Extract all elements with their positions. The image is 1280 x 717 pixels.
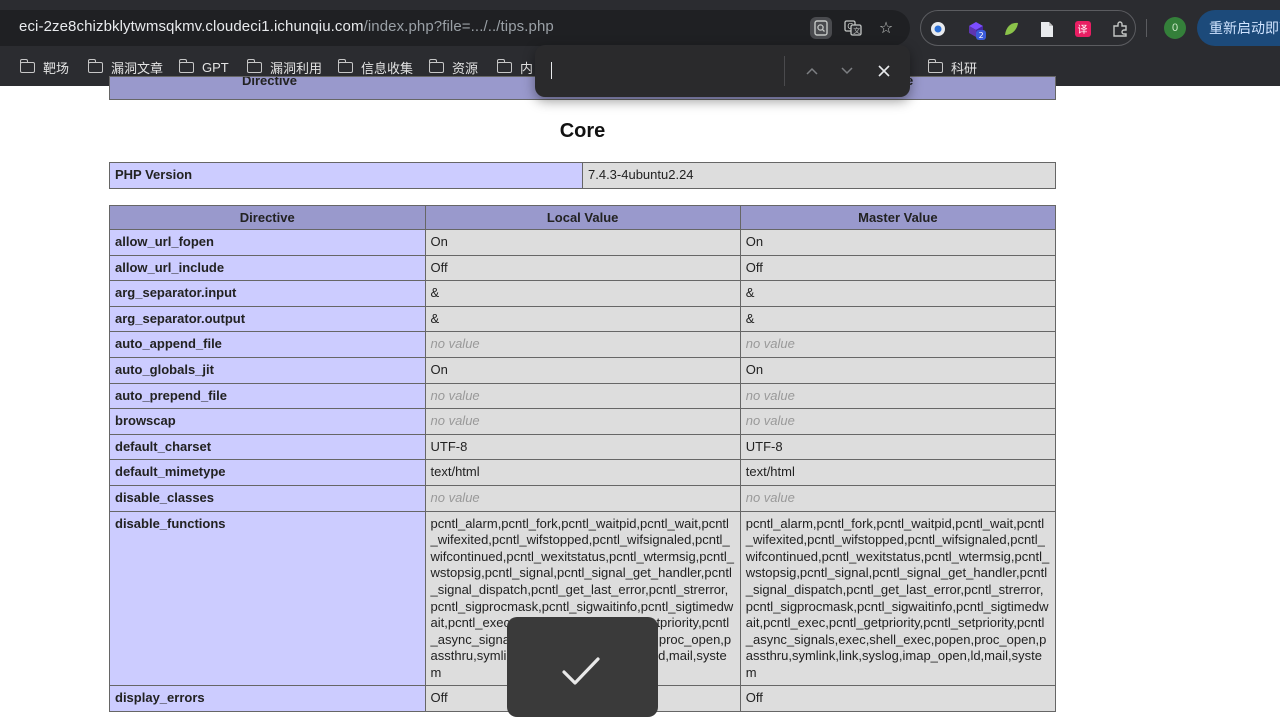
directive-name: auto_prepend_file bbox=[109, 382, 426, 410]
find-separator bbox=[784, 56, 785, 86]
php-version-label: PHP Version bbox=[109, 162, 583, 189]
svg-text:译: 译 bbox=[1078, 24, 1088, 36]
extension-leaf-icon[interactable] bbox=[1000, 18, 1022, 40]
find-previous-icon[interactable] bbox=[800, 59, 824, 83]
toolbar-separator bbox=[1146, 19, 1147, 37]
extension-translate-icon[interactable]: 译 bbox=[1072, 18, 1094, 40]
directive-name: arg_separator.output bbox=[109, 305, 426, 333]
translate-icon[interactable]: G文 bbox=[842, 17, 864, 39]
table-row: disable_classes no value no value bbox=[109, 484, 1057, 512]
extensions-group: 2 译 bbox=[920, 10, 1136, 46]
local-value: & bbox=[424, 280, 741, 307]
extension-ring-icon[interactable] bbox=[927, 18, 949, 40]
local-value: Off bbox=[424, 254, 741, 282]
restart-button[interactable]: 重新启动即可 bbox=[1197, 10, 1280, 46]
directive-name: disable_functions bbox=[109, 510, 426, 687]
profile-avatar[interactable]: 0 bbox=[1164, 17, 1186, 39]
directive-name: auto_append_file bbox=[109, 331, 426, 358]
master-value: & bbox=[739, 305, 1057, 333]
url-path: /index.php?file=.../../tips.php bbox=[363, 18, 554, 35]
svg-text:文: 文 bbox=[853, 26, 860, 35]
table-row: allow_url_fopen On On bbox=[109, 229, 1057, 256]
table-row: allow_url_include Off Off bbox=[109, 254, 1057, 282]
local-value: text/html bbox=[424, 459, 741, 486]
local-value: On bbox=[424, 229, 741, 256]
folder-icon bbox=[19, 58, 35, 73]
folder-icon bbox=[87, 58, 103, 73]
folder-icon bbox=[428, 58, 444, 73]
table-row: default_mimetype text/html text/html bbox=[109, 459, 1057, 486]
directive-name: display_errors bbox=[109, 685, 426, 713]
text-caret bbox=[551, 62, 552, 79]
bookmark-star-icon[interactable]: ☆ bbox=[875, 17, 897, 39]
extensions-puzzle-icon[interactable] bbox=[1109, 18, 1131, 40]
directive-name: default_mimetype bbox=[109, 459, 426, 486]
extension-cube-icon[interactable]: 2 bbox=[965, 18, 987, 40]
folder-icon bbox=[178, 58, 194, 73]
master-value: On bbox=[739, 356, 1057, 384]
table-row: default_charset UTF-8 UTF-8 bbox=[109, 433, 1057, 461]
find-in-page-icon[interactable] bbox=[810, 17, 832, 39]
directive-name: allow_url_fopen bbox=[109, 229, 426, 256]
directive-name: auto_globals_jit bbox=[109, 356, 426, 384]
page-content: Directive ue Core PHP Version 7.4.3-4ubu… bbox=[0, 76, 1280, 713]
table-row: PHP Version 7.4.3-4ubuntu2.24 bbox=[109, 162, 1056, 189]
master-value: no value bbox=[739, 331, 1057, 358]
local-value: On bbox=[424, 356, 741, 384]
master-value: & bbox=[739, 280, 1057, 307]
address-row: eci-2ze8chizbklytwmsqkmv.cloudeci1.ichun… bbox=[0, 10, 1280, 46]
checkmark-icon bbox=[562, 657, 600, 685]
column-header-local: Local Value bbox=[424, 205, 741, 230]
local-value: no value bbox=[424, 331, 741, 358]
master-value: no value bbox=[739, 484, 1057, 512]
table-row: browscap no value no value bbox=[109, 408, 1057, 435]
directive-name: browscap bbox=[109, 408, 426, 435]
local-value: no value bbox=[424, 484, 741, 512]
find-close-icon[interactable] bbox=[872, 59, 896, 83]
url-text[interactable]: eci-2ze8chizbklytwmsqkmv.cloudeci1.ichun… bbox=[19, 18, 554, 35]
local-value: no value bbox=[424, 408, 741, 435]
master-value: UTF-8 bbox=[739, 433, 1057, 461]
table-header-row: Directive Local Value Master Value bbox=[109, 205, 1057, 230]
local-value: no value bbox=[424, 382, 741, 410]
directive-name: arg_separator.input bbox=[109, 280, 426, 307]
folder-icon bbox=[337, 58, 353, 73]
url-host: eci-2ze8chizbklytwmsqkmv.cloudeci1.ichun… bbox=[19, 18, 364, 35]
table-row: auto_prepend_file no value no value bbox=[109, 382, 1057, 410]
svg-text:2: 2 bbox=[979, 31, 984, 40]
directive-name: allow_url_include bbox=[109, 254, 426, 282]
section-title: Core bbox=[559, 120, 606, 142]
master-value: pcntl_alarm,pcntl_fork,pcntl_waitpid,pcn… bbox=[739, 510, 1057, 687]
php-version-value: 7.4.3-4ubuntu2.24 bbox=[582, 162, 1056, 189]
extension-document-icon[interactable] bbox=[1036, 18, 1058, 40]
php-version-table: PHP Version 7.4.3-4ubuntu2.24 bbox=[109, 162, 1056, 189]
address-bar[interactable]: eci-2ze8chizbklytwmsqkmv.cloudeci1.ichun… bbox=[0, 10, 910, 46]
table-row: auto_globals_jit On On bbox=[109, 356, 1057, 384]
directive-name: default_charset bbox=[109, 433, 426, 461]
local-value: UTF-8 bbox=[424, 433, 741, 461]
master-value: Off bbox=[739, 685, 1057, 713]
master-value: text/html bbox=[739, 459, 1057, 486]
master-value: On bbox=[739, 229, 1057, 256]
master-value: Off bbox=[739, 254, 1057, 282]
master-value: no value bbox=[739, 382, 1057, 410]
directive-name: disable_classes bbox=[109, 484, 426, 512]
table-row: auto_append_file no value no value bbox=[109, 331, 1057, 358]
find-next-icon[interactable] bbox=[835, 59, 859, 83]
table-row: arg_separator.input & & bbox=[109, 280, 1057, 307]
find-bar bbox=[535, 45, 910, 97]
success-toast bbox=[507, 617, 658, 717]
column-header-directive: Directive bbox=[109, 205, 426, 230]
table-row: arg_separator.output & & bbox=[109, 305, 1057, 333]
folder-icon bbox=[496, 58, 512, 73]
bookmark-folder[interactable]: 靶场 bbox=[19, 54, 69, 80]
folder-icon bbox=[927, 58, 943, 73]
column-header-master: Master Value bbox=[739, 205, 1057, 230]
master-value: no value bbox=[739, 408, 1057, 435]
local-value: & bbox=[424, 305, 741, 333]
find-input[interactable] bbox=[549, 58, 783, 86]
folder-icon bbox=[246, 58, 262, 73]
